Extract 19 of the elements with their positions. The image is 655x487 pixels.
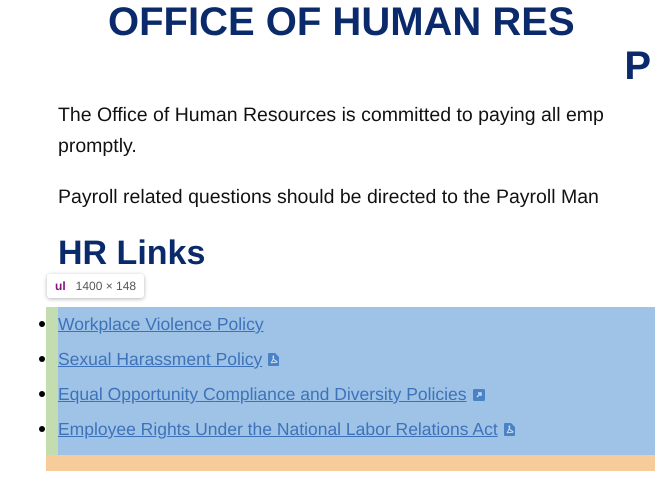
bullet	[39, 321, 45, 327]
pdf-file-icon	[268, 353, 280, 366]
bullet	[39, 426, 45, 432]
paragraph: The Office of Human Resources is committed to paying all emp	[58, 103, 605, 128]
section-heading: HR Links	[58, 233, 206, 273]
paragraph: Payroll related questions should be directed to the Payroll Man	[58, 185, 600, 210]
element-tag: ul	[55, 279, 66, 293]
page-title: OFFICE OF HUMAN RES	[107, 0, 576, 44]
policy-link[interactable]: Employee Rights Under the National Labor Relations Act	[58, 419, 498, 440]
page-title: P	[623, 44, 651, 88]
paragraph: promptly.	[58, 134, 138, 159]
element-size: 1400 × 148	[76, 279, 136, 293]
policy-link[interactable]: Workplace Violence Policy	[58, 314, 264, 335]
bullet	[39, 356, 45, 362]
bullet	[39, 391, 45, 397]
external-link-icon	[472, 388, 485, 400]
pdf-file-icon	[504, 423, 515, 436]
policy-link[interactable]: Sexual Harassment Policy	[58, 349, 262, 370]
policy-link[interactable]: Equal Opportunity Compliance and Diversity Policies	[58, 384, 467, 405]
